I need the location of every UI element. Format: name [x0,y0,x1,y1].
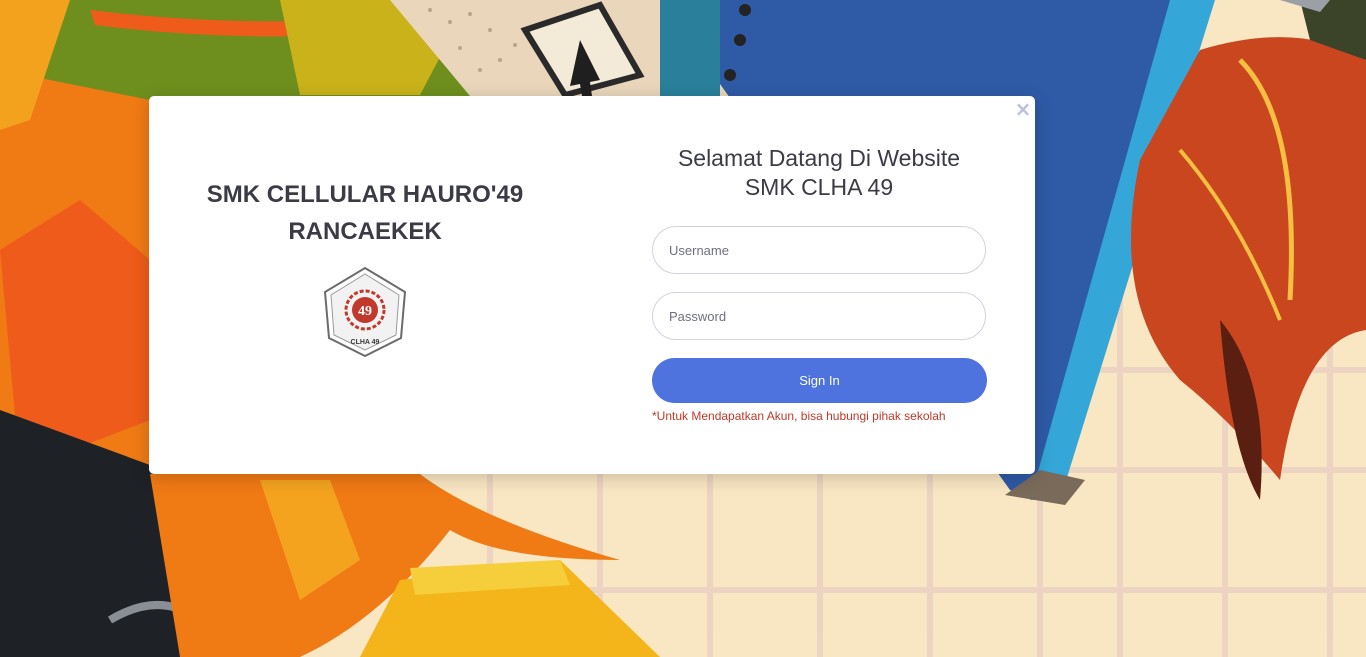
close-icon[interactable]: × [1014,99,1032,119]
school-logo-emblem: 49 CLHA 49 [323,266,407,358]
school-name: SMK CELLULAR HAURO'49 RANCAEKEK [189,176,541,250]
welcome-line2: SMK CLHA 49 [744,174,894,200]
school-name-line1: SMK CELLULAR HAURO'49 [206,181,524,208]
login-modal: × SMK CELLULAR HAURO'49 RANCAEKEK 49 CLH… [149,96,1035,474]
username-input[interactable] [652,226,986,274]
sign-in-button[interactable]: Sign In [652,358,987,403]
password-input[interactable] [652,292,986,340]
welcome-heading: Selamat Datang Di Website SMK CLHA 49 [652,144,986,202]
school-name-line2: RANCAEKEK [288,218,442,245]
school-logo: 49 CLHA 49 [319,266,411,358]
logo-bottom-text: CLHA 49 [351,339,380,346]
logo-number: 49 [358,304,372,319]
welcome-line1: Selamat Datang Di Website [677,145,961,171]
account-note: *Untuk Mendapatkan Akun, bisa hubungi pi… [652,409,946,423]
